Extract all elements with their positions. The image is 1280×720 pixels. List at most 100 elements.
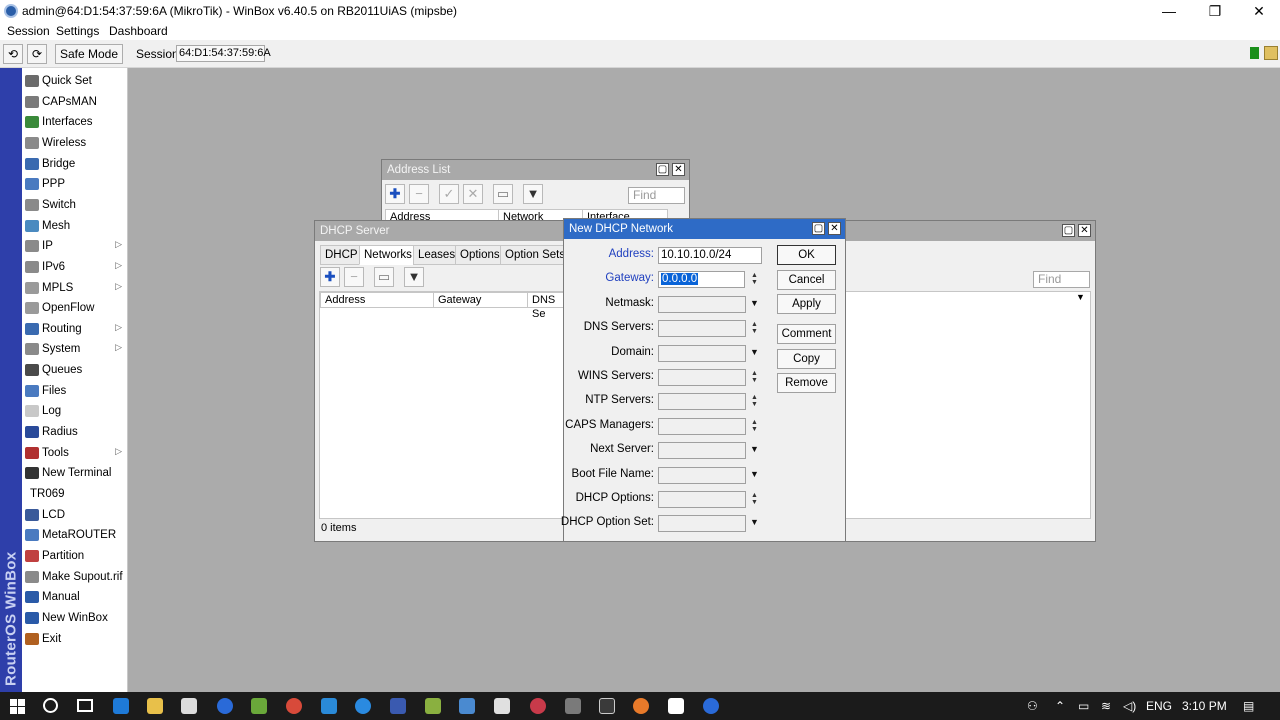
column-dropdown-icon[interactable]: ▼	[1076, 292, 1085, 302]
sidebar-item-radius[interactable]: Radius	[22, 422, 128, 442]
app-icon[interactable]	[530, 698, 546, 714]
notifications-icon[interactable]: ▤	[1243, 699, 1254, 713]
cmd-icon[interactable]	[599, 698, 615, 714]
dropdown-icon[interactable]: ▼	[750, 347, 759, 357]
maximize-window-button[interactable]: ▢	[812, 222, 825, 235]
maximize-window-button[interactable]: ▢	[1062, 224, 1075, 237]
filter-icon[interactable]: ▼	[523, 184, 543, 204]
spinner-icon[interactable]: ▲ ▼	[751, 419, 758, 433]
spinner-icon[interactable]: ▲ ▼	[751, 370, 758, 384]
field-input[interactable]	[658, 320, 746, 338]
sidebar-item-mpls[interactable]: MPLS ▷	[22, 278, 128, 298]
remote-desktop-icon[interactable]	[390, 698, 406, 714]
field-input[interactable]: 10.10.10.0/24	[658, 247, 762, 264]
sidebar-item-bridge[interactable]: Bridge	[22, 154, 128, 174]
sidebar-item-files[interactable]: Files	[22, 381, 128, 401]
field-input[interactable]	[658, 369, 746, 386]
tab-networks[interactable]: Networks	[359, 245, 417, 265]
field-input[interactable]	[658, 393, 746, 411]
column-header[interactable]: Gateway	[433, 292, 529, 308]
start-icon[interactable]	[10, 699, 25, 714]
tab-options[interactable]: Options	[455, 245, 505, 265]
undo-button[interactable]: ⟲	[3, 44, 23, 64]
mail-icon[interactable]	[494, 698, 510, 714]
search-icon[interactable]	[43, 698, 58, 713]
winbox-taskbar-icon[interactable]	[703, 698, 719, 714]
sidebar-item-routing[interactable]: Routing ▷	[22, 319, 128, 339]
sidebar-item-queues[interactable]: Queues	[22, 360, 128, 380]
close-window-button[interactable]: ✕	[672, 163, 685, 176]
spinner-icon[interactable]: ▲ ▼	[751, 272, 758, 286]
clock[interactable]: 3:10 PM	[1182, 699, 1227, 713]
edge-icon[interactable]	[113, 698, 129, 714]
task-view-icon[interactable]	[77, 699, 93, 712]
menu-dashboard[interactable]: Dashboard	[109, 24, 168, 38]
maximize-window-button[interactable]: ▢	[656, 163, 669, 176]
enable-icon[interactable]: ✓	[439, 184, 459, 204]
sidebar-item-tools[interactable]: Tools ▷	[22, 443, 128, 463]
sidebar-item-wireless[interactable]: Wireless	[22, 133, 128, 153]
close-window-button[interactable]: ✕	[828, 222, 841, 235]
remove-icon[interactable]: −	[344, 267, 364, 287]
winbox-taskbar-icon[interactable]	[217, 698, 233, 714]
spinner-icon[interactable]: ▲ ▼	[751, 321, 758, 335]
close-button[interactable]: ✕	[1236, 1, 1280, 21]
dropdown-icon[interactable]: ▼	[750, 444, 759, 454]
add-icon[interactable]: ✚	[385, 184, 405, 204]
apply-button[interactable]: Apply	[777, 294, 836, 314]
field-input[interactable]	[658, 417, 746, 435]
sidebar-item-openflow[interactable]: OpenFlow	[22, 298, 128, 318]
dropdown-icon[interactable]: ▼	[750, 517, 759, 527]
tab-dhcp[interactable]: DHCP	[320, 245, 363, 265]
close-window-button[interactable]: ✕	[1078, 224, 1091, 237]
wifi-icon[interactable]: ≋	[1101, 699, 1111, 713]
sidebar-item-system[interactable]: System ▷	[22, 339, 128, 359]
sidebar-item-tr069[interactable]: TR069	[22, 484, 128, 504]
sidebar-item-new-terminal[interactable]: New Terminal	[22, 463, 128, 483]
sidebar-item-new-winbox[interactable]: New WinBox	[22, 608, 128, 628]
field-input[interactable]	[658, 295, 746, 313]
copy-button[interactable]: Copy	[777, 349, 836, 369]
app-icon[interactable]	[668, 698, 684, 714]
spinner-icon[interactable]: ▲ ▼	[751, 394, 758, 408]
disable-icon[interactable]: ✕	[463, 184, 483, 204]
sidebar-item-manual[interactable]: Manual	[22, 587, 128, 607]
volume-icon[interactable]: ◁)	[1123, 699, 1136, 713]
dropdown-icon[interactable]: ▼	[750, 469, 759, 479]
language-indicator[interactable]: ENG	[1146, 699, 1172, 713]
sidebar-item-ipv6[interactable]: IPv6 ▷	[22, 257, 128, 277]
sidebar-item-exit[interactable]: Exit	[22, 629, 128, 649]
sidebar-item-capsman[interactable]: CAPsMAN	[22, 92, 128, 112]
people-icon[interactable]: ⚇	[1027, 699, 1038, 713]
comment-icon[interactable]: ▭	[374, 267, 394, 287]
add-icon[interactable]: ✚	[320, 267, 340, 287]
sidebar-item-lcd[interactable]: LCD	[22, 505, 128, 525]
dropdown-icon[interactable]: ▼	[750, 298, 759, 308]
session-field[interactable]: 64:D1:54:37:59:6A	[176, 45, 271, 62]
teamviewer-icon[interactable]	[355, 698, 371, 714]
find-input[interactable]: Find	[628, 187, 685, 204]
menu-settings[interactable]: Settings	[56, 24, 99, 38]
sidebar-item-make-supout-rif[interactable]: Make Supout.rif	[22, 567, 128, 587]
ok-button[interactable]: OK	[777, 245, 836, 265]
sidebar-item-mesh[interactable]: Mesh	[22, 216, 128, 236]
remove-icon[interactable]: −	[409, 184, 429, 204]
field-input[interactable]: 0.0.0.0	[658, 271, 745, 289]
minimize-button[interactable]: —	[1146, 1, 1192, 21]
store-icon[interactable]	[181, 698, 197, 714]
cancel-button[interactable]: Cancel	[777, 270, 836, 290]
sidebar-item-ip[interactable]: IP ▷	[22, 236, 128, 256]
column-header[interactable]: Address	[320, 292, 435, 308]
remove-button[interactable]: Remove	[777, 373, 836, 393]
network-tool-icon[interactable]	[459, 698, 475, 714]
spinner-icon[interactable]: ▲ ▼	[751, 492, 758, 506]
ie-icon[interactable]	[321, 698, 337, 714]
filter-icon[interactable]: ▼	[404, 267, 424, 287]
menu-session[interactable]: Session	[7, 24, 50, 38]
chrome-icon[interactable]	[286, 698, 302, 714]
notepad-icon[interactable]	[251, 698, 267, 714]
field-input[interactable]	[658, 466, 746, 484]
sidebar-item-log[interactable]: Log	[22, 401, 128, 421]
field-input[interactable]	[658, 491, 746, 508]
network-icon[interactable]: ▭	[1078, 699, 1089, 713]
